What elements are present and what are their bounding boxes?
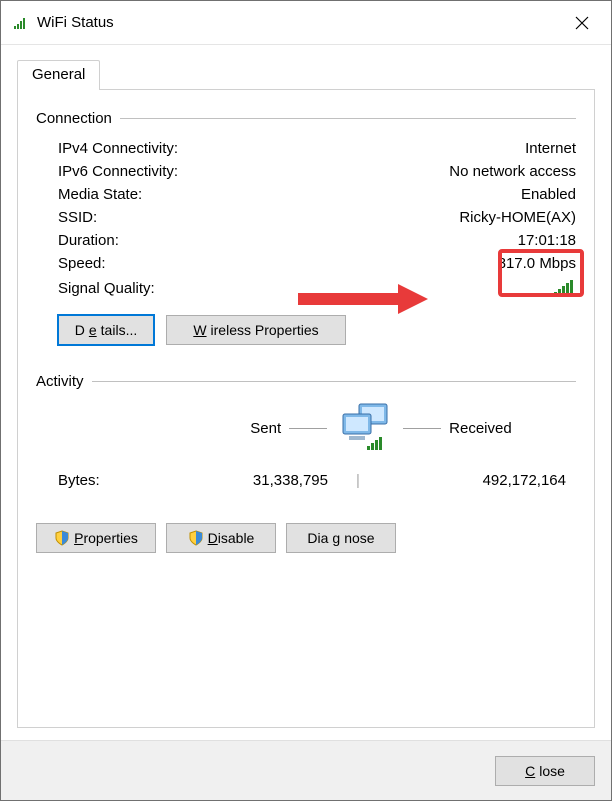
ipv4-label: IPv4 Connectivity: — [58, 140, 178, 157]
wireless-properties-button[interactable]: Wireless Properties — [166, 315, 346, 345]
ssid-label: SSID: — [58, 209, 97, 226]
tab-general[interactable]: General — [17, 60, 100, 90]
ipv6-label: IPv6 Connectivity: — [58, 163, 178, 180]
ssid-value: Ricky-HOME(AX) — [459, 209, 576, 226]
bytes-received-value: 492,172,164 — [388, 472, 576, 489]
speed-label: Speed: — [58, 255, 106, 272]
close-window-button[interactable] — [559, 7, 605, 39]
wifi-signal-icon — [13, 15, 29, 31]
connection-buttons: Details... Wireless Properties — [36, 301, 576, 345]
titlebar: WiFi Status — [1, 1, 611, 45]
ipv4-value: Internet — [525, 140, 576, 157]
duration-row: Duration: 17:01:18 — [36, 229, 576, 252]
media-state-row: Media State: Enabled — [36, 183, 576, 206]
media-state-value: Enabled — [521, 186, 576, 203]
details-button[interactable]: Details... — [58, 315, 154, 345]
dialog-footer: Close — [1, 740, 611, 800]
speed-value-wrap: 817.0 Mbps 817.0 Mbps — [498, 255, 576, 272]
ipv6-value: No network access — [449, 163, 576, 180]
activity-buttons: Properties Disable Diagnose — [36, 489, 576, 553]
bytes-sent-value: 31,338,795 — [178, 472, 328, 489]
shield-icon — [188, 530, 204, 546]
window-title: WiFi Status — [37, 14, 607, 31]
wifi-status-window: WiFi Status General Connection IPv4 Conn… — [0, 0, 612, 801]
ssid-row: SSID: Ricky-HOME(AX) — [36, 206, 576, 229]
client-area: General Connection IPv4 Connectivity: In… — [1, 45, 611, 740]
speed-value: 817.0 Mbps — [498, 255, 576, 272]
ipv6-row: IPv6 Connectivity: No network access — [36, 160, 576, 183]
network-computers-icon — [335, 400, 395, 456]
bytes-label: Bytes: — [58, 472, 178, 489]
speed-row: Speed: 817.0 Mbps 817.0 Mbps — [36, 252, 576, 275]
duration-value: 17:01:18 — [518, 232, 576, 249]
general-panel: Connection IPv4 Connectivity: Internet I… — [17, 89, 595, 728]
ipv4-row: IPv4 Connectivity: Internet — [36, 137, 576, 160]
duration-label: Duration: — [58, 232, 119, 249]
bytes-row: Bytes: 31,338,795 | 492,172,164 — [36, 462, 576, 489]
signal-quality-label: Signal Quality: — [58, 280, 155, 297]
close-button[interactable]: Close — [495, 756, 595, 786]
bytes-separator: | — [328, 472, 388, 489]
signal-quality-row: Signal Quality: — [36, 275, 576, 301]
activity-group: Activity Sent — [36, 373, 576, 553]
tabstrip: General — [17, 59, 595, 89]
sent-label: Sent — [250, 420, 281, 437]
media-state-label: Media State: — [58, 186, 142, 203]
activity-group-header: Activity — [36, 373, 576, 390]
close-icon — [575, 16, 589, 30]
shield-icon — [54, 530, 70, 546]
activity-header-row: Sent — [36, 400, 576, 456]
signal-bars-icon — [552, 279, 576, 297]
connection-group-header: Connection — [36, 110, 576, 127]
received-label: Received — [449, 420, 512, 437]
diagnose-button[interactable]: Diagnose — [286, 523, 396, 553]
disable-button[interactable]: Disable — [166, 523, 276, 553]
properties-button[interactable]: Properties — [36, 523, 156, 553]
